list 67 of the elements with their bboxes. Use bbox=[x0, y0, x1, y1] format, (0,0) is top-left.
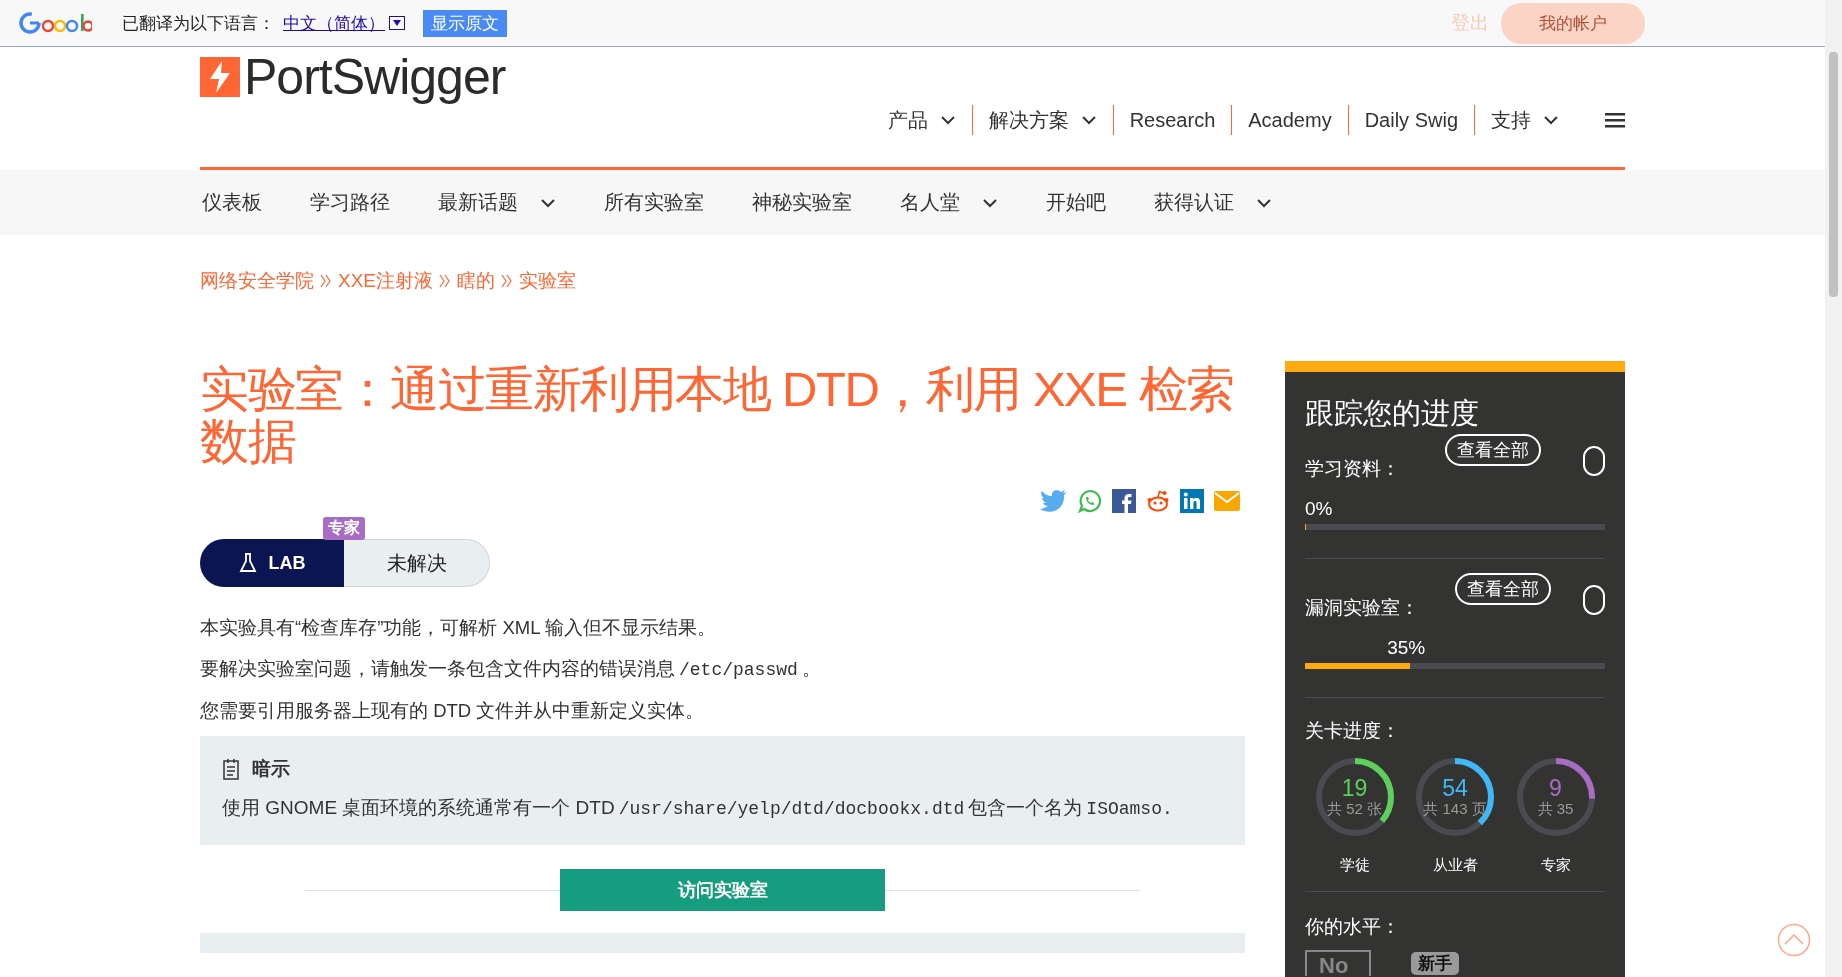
linkedin-icon[interactable] bbox=[1180, 489, 1204, 513]
progress-percent: 35% bbox=[1387, 637, 1426, 659]
nav-link[interactable]: 解决方案 bbox=[971, 105, 1113, 135]
sub-nav-link[interactable]: 开始吧 bbox=[1046, 189, 1106, 216]
total-count: 共 143 页 bbox=[1423, 799, 1487, 819]
progress-title: 跟踪您的进度 bbox=[1305, 396, 1480, 431]
logo-text[interactable]: PortSwigger bbox=[244, 48, 506, 106]
nav-link[interactable]: Research bbox=[1112, 105, 1232, 135]
pill-outline-icon bbox=[1583, 585, 1605, 615]
reddit-icon[interactable] bbox=[1146, 489, 1170, 513]
menu-icon[interactable] bbox=[1605, 112, 1625, 128]
description-text: 要解决实验室问题，请触发一条包含文件内容的错误消息 /etc/passwd 。 bbox=[200, 658, 822, 681]
logo-icon bbox=[200, 57, 240, 97]
my-account-button[interactable]: 我的帐户 bbox=[1501, 2, 1645, 44]
description-text: 本实验具有“检查库存”功能，可解析 XML 输入但不显示结果。 bbox=[200, 617, 717, 639]
progress-percent: 0% bbox=[1305, 498, 1333, 520]
level-icon: No bbox=[1305, 950, 1371, 976]
lab-status: 未解决 bbox=[344, 539, 490, 587]
nav-link[interactable]: 支持 bbox=[1474, 105, 1575, 135]
page-title: 实验室：通过重新利用本地 DTD，利用 XXE 检索数据 bbox=[200, 361, 1235, 467]
chevron-down-icon[interactable] bbox=[1256, 197, 1272, 208]
view-all-button[interactable]: 查看全部 bbox=[1455, 573, 1551, 605]
nav-link[interactable]: Daily Swig bbox=[1347, 105, 1474, 135]
difficulty-badge: 专家 bbox=[323, 517, 365, 540]
sub-nav-link[interactable]: 名人堂 bbox=[900, 189, 998, 216]
level-name: 从业者 bbox=[1432, 856, 1478, 875]
note-icon bbox=[222, 758, 240, 780]
nav-link[interactable]: 产品 bbox=[871, 105, 972, 135]
solved-count: 9 bbox=[1549, 775, 1562, 800]
scrollbar[interactable] bbox=[1825, 0, 1842, 977]
solved-count: 19 bbox=[1341, 775, 1368, 800]
chevron-down-icon[interactable] bbox=[540, 197, 556, 208]
progress-label: 学习资料： bbox=[1305, 457, 1400, 481]
language-link[interactable]: 中文（简体） bbox=[283, 11, 385, 35]
lab-label: LAB bbox=[200, 539, 344, 587]
progress-label: 漏洞实验室： bbox=[1305, 596, 1419, 620]
level-name: 专家 bbox=[1540, 856, 1571, 875]
view-all-button[interactable]: 查看全部 bbox=[1445, 434, 1541, 466]
your-level-label: 你的水平： bbox=[1305, 915, 1401, 939]
level-badge: 新手 bbox=[1411, 951, 1459, 975]
sub-nav-link[interactable]: 最新话题 bbox=[438, 189, 556, 216]
breadcrumb-separator-icon bbox=[439, 273, 452, 289]
pill-outline-icon bbox=[1583, 446, 1605, 476]
description-text: 您需要引用服务器上现有的 DTD 文件并从中重新定义实体。 bbox=[200, 700, 706, 722]
sub-nav-link[interactable]: 学习路径 bbox=[310, 189, 390, 216]
total-count: 共 52 张 bbox=[1327, 799, 1382, 819]
hint-text: 使用 GNOME 桌面环境的系统通常有一个 DTD /usr/share/yelp/dtd/docbookx.dtd 包含一个名为 ISOamso. bbox=[222, 796, 1174, 821]
sub-nav-link[interactable]: 获得认证 bbox=[1154, 189, 1272, 216]
breadcrumb-separator-icon bbox=[501, 273, 514, 289]
sub-nav-link[interactable]: 神秘实验室 bbox=[752, 189, 852, 216]
total-count: 共 35 bbox=[1537, 799, 1574, 819]
breadcrumb-separator-icon bbox=[320, 273, 332, 289]
sub-nav-link[interactable]: 仪表板 bbox=[202, 189, 262, 216]
sub-nav-link[interactable]: 所有实验室 bbox=[604, 189, 704, 216]
hint-title: 暗示 bbox=[252, 757, 290, 781]
level-name: 学徒 bbox=[1339, 856, 1370, 875]
chevron-down-icon[interactable] bbox=[939, 115, 956, 125]
translated-label: 已翻译为以下语言： bbox=[122, 12, 275, 35]
solved-count: 54 bbox=[1442, 775, 1468, 800]
nav-link[interactable]: Academy bbox=[1231, 105, 1348, 135]
chevron-down-icon[interactable] bbox=[982, 197, 998, 208]
flask-icon bbox=[238, 553, 257, 573]
facebook-icon[interactable] bbox=[1112, 489, 1136, 513]
chevron-down-icon[interactable] bbox=[1543, 115, 1559, 125]
dropdown-icon[interactable] bbox=[389, 16, 405, 30]
level-progress-label: 关卡进度： bbox=[1305, 719, 1401, 743]
chevron-down-icon[interactable] bbox=[1080, 115, 1097, 125]
